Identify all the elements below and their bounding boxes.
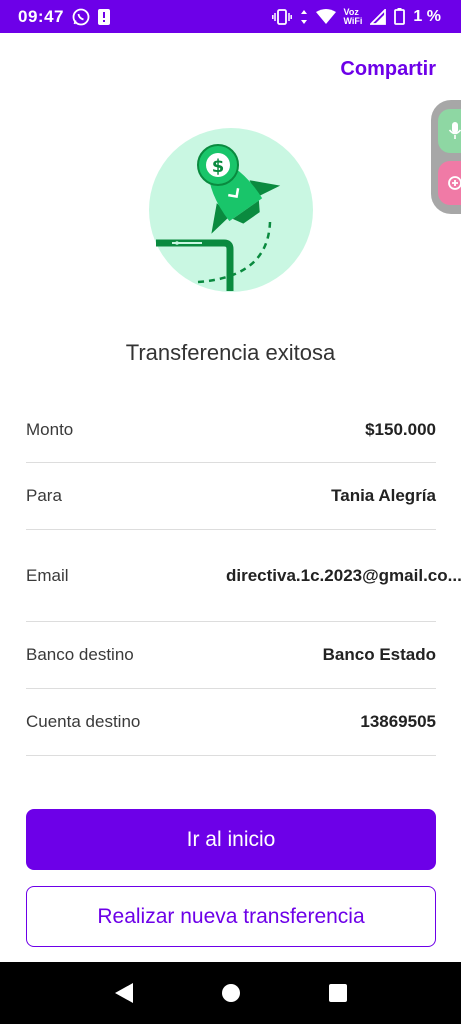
- status-bar-right: Voz WiFi 1 %: [271, 7, 441, 26]
- battery-percent: 1 %: [413, 7, 441, 25]
- system-nav-bar: [0, 962, 461, 1024]
- detail-row-recipient: Para Tania Alegría: [26, 463, 436, 530]
- data-arrows-icon: [300, 9, 308, 25]
- battery-icon: [394, 8, 406, 25]
- floating-side-widget[interactable]: [431, 100, 461, 214]
- recents-button[interactable]: [318, 973, 358, 1013]
- email-label: Email: [26, 565, 69, 585]
- wifi-icon: [315, 8, 336, 25]
- cell-signal-icon: [370, 8, 387, 25]
- recipient-value: Tania Alegría: [331, 486, 436, 505]
- success-title: Transferencia exitosa: [125, 340, 336, 365]
- account-label: Cuenta destino: [26, 712, 141, 731]
- alert-notification-icon: [97, 8, 110, 25]
- microphone-button[interactable]: [438, 109, 461, 153]
- share-button[interactable]: Compartir: [340, 58, 436, 81]
- status-bar: 09:47 Voz WiFi 1 %: [0, 0, 461, 33]
- amount-value: $150.000: [365, 419, 436, 439]
- bank-value: Banco Estado: [322, 645, 436, 664]
- whatsapp-icon: [72, 8, 90, 26]
- new-transfer-button[interactable]: Realizar nueva transferencia: [26, 886, 436, 947]
- success-illustration: $: [148, 127, 314, 293]
- home-circle-icon: [221, 984, 240, 1002]
- go-home-button[interactable]: Ir al inicio: [26, 809, 436, 870]
- detail-row-email: Email directiva.1c.2023@gmail.co...: [26, 530, 461, 622]
- amount-label: Monto: [26, 419, 74, 439]
- status-bar-left: 09:47: [18, 7, 110, 27]
- recents-square-icon: [328, 984, 347, 1002]
- account-value: 13869505: [360, 712, 436, 731]
- voz-wifi-indicator: Voz WiFi: [343, 7, 363, 26]
- status-time: 09:47: [18, 6, 64, 26]
- zoom-button[interactable]: [438, 161, 461, 205]
- detail-row-account: Cuenta destino 13869505: [26, 689, 436, 756]
- back-triangle-icon: [114, 983, 133, 1003]
- currency-symbol: $: [212, 156, 225, 177]
- microphone-icon: [448, 122, 461, 139]
- transfer-details: Monto $150.000 Para Tania Alegría Email …: [26, 397, 461, 756]
- detail-row-bank: Banco destino Banco Estado: [26, 622, 436, 689]
- wifi-label: WiFi: [343, 15, 363, 26]
- zoom-in-icon: [448, 176, 461, 190]
- email-value: directiva.1c.2023@gmail.co...: [226, 565, 461, 585]
- detail-row-amount: Monto $150.000: [26, 397, 436, 463]
- rocket-money-icon: $: [149, 128, 313, 292]
- recipient-label: Para: [26, 486, 62, 505]
- vibrate-icon: [271, 8, 292, 25]
- back-button[interactable]: [104, 973, 144, 1013]
- home-button[interactable]: [211, 973, 251, 1013]
- bank-label: Banco destino: [26, 645, 134, 664]
